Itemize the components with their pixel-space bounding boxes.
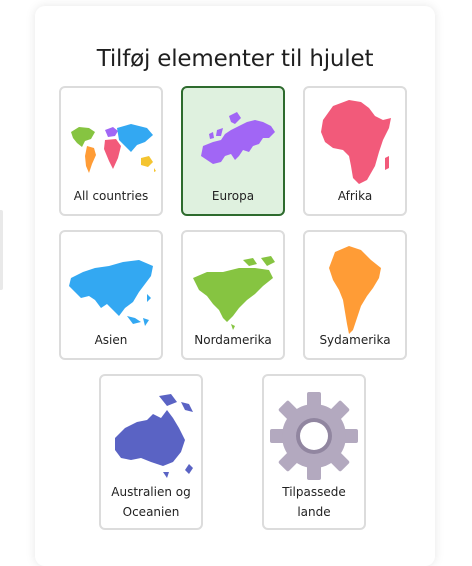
world-map-icon xyxy=(61,94,161,198)
oceania-map-icon xyxy=(101,384,201,480)
option-all-countries[interactable]: All countries xyxy=(59,86,163,216)
option-label: All countries xyxy=(73,189,149,203)
option-label: Afrika xyxy=(337,189,373,203)
south-america-map-icon xyxy=(305,238,405,342)
option-afrika[interactable]: Afrika xyxy=(303,86,407,216)
option-label: Australien og Oceanien xyxy=(111,485,191,519)
option-tilpassede-lande[interactable]: Tilpassede lande xyxy=(262,374,366,530)
asia-map-icon xyxy=(61,238,161,342)
option-australien-og-oceanien[interactable]: Australien og Oceanien xyxy=(99,374,203,530)
option-label: Sydamerika xyxy=(319,333,391,347)
europe-map-icon xyxy=(183,94,283,198)
add-items-dialog: Tilføj elementer til hjulet All countrie… xyxy=(35,6,435,566)
option-label: Tilpassede lande xyxy=(282,485,346,519)
africa-map-icon xyxy=(305,94,405,198)
scrollbar-hint xyxy=(0,210,3,290)
gear-icon xyxy=(264,384,364,480)
option-nordamerika[interactable]: Nordamerika xyxy=(181,230,285,360)
option-sydamerika[interactable]: Sydamerika xyxy=(303,230,407,360)
option-asien[interactable]: Asien xyxy=(59,230,163,360)
north-america-map-icon xyxy=(183,238,283,342)
option-europa[interactable]: Europa xyxy=(181,86,285,216)
dialog-title: Tilføj elementer til hjulet xyxy=(96,46,374,72)
option-label: Asien xyxy=(94,333,128,347)
option-label: Europa xyxy=(211,189,255,203)
option-label: Nordamerika xyxy=(194,333,272,347)
